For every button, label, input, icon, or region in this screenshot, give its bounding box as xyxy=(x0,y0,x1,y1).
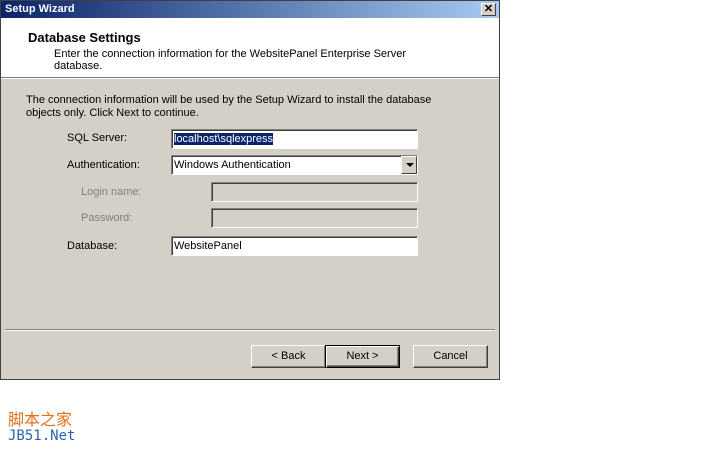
footer-divider-highlight xyxy=(5,330,495,331)
back-button[interactable]: < Back xyxy=(251,345,326,368)
database-field[interactable] xyxy=(171,236,418,256)
database-input[interactable] xyxy=(172,237,417,255)
sql-server-value: localhost\sqlexpress xyxy=(174,133,274,145)
password-input[interactable] xyxy=(212,209,417,227)
chevron-down-icon[interactable] xyxy=(401,156,417,174)
cancel-button[interactable]: Cancel xyxy=(413,345,488,368)
intro-text: The connection information will be used … xyxy=(26,94,432,119)
close-icon[interactable]: ✕ xyxy=(481,3,496,16)
title-bar[interactable]: Setup Wizard ✕ xyxy=(1,1,499,18)
sql-server-field[interactable]: localhost\sqlexpress xyxy=(171,129,418,149)
header-divider xyxy=(1,78,499,79)
watermark-site: JB51.Net xyxy=(8,428,76,444)
login-name-field[interactable] xyxy=(211,182,418,202)
sql-server-label: SQL Server: xyxy=(67,132,128,144)
window-title: Setup Wizard xyxy=(5,3,75,15)
database-label: Database: xyxy=(67,240,118,252)
next-button[interactable]: Next > xyxy=(325,345,400,368)
login-name-input[interactable] xyxy=(212,183,417,201)
page-description: Enter the connection information for the… xyxy=(54,48,406,72)
page-title: Database Settings xyxy=(28,30,141,45)
setup-wizard-window: Setup Wizard ✕ Database Settings Enter t… xyxy=(0,0,500,380)
watermark-logo: 脚本之家 xyxy=(8,412,73,429)
wizard-header: Database Settings Enter the connection i… xyxy=(1,18,499,78)
login-name-label: Login name: xyxy=(81,186,142,198)
authentication-selected: Windows Authentication xyxy=(174,159,291,171)
password-field[interactable] xyxy=(211,208,418,228)
authentication-select[interactable]: Windows Authentication xyxy=(171,155,418,175)
authentication-label: Authentication: xyxy=(67,159,140,171)
password-label: Password: xyxy=(81,212,133,224)
